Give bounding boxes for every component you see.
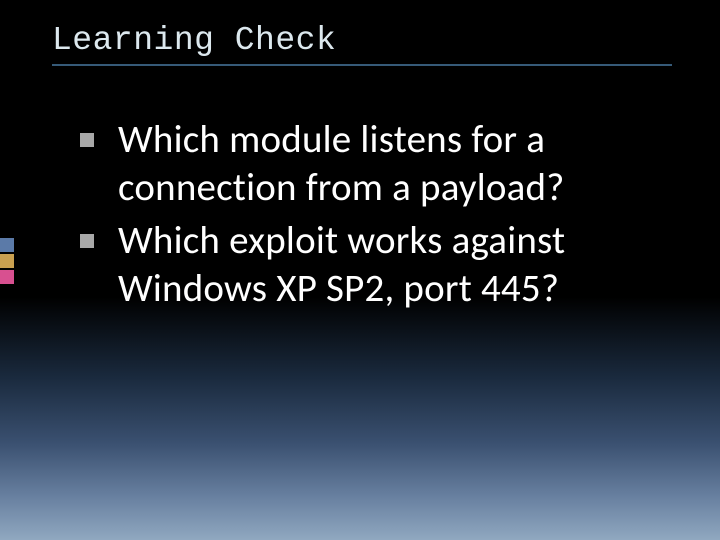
bullet-item: Which module listens for a connection fr… xyxy=(80,116,660,213)
bullet-text: Which exploit works against Windows XP S… xyxy=(118,217,565,312)
accent-bars xyxy=(0,238,14,286)
bullet-item: Which exploit works against Windows XP S… xyxy=(80,217,660,314)
accent-bar-yellow xyxy=(0,254,14,268)
title-underline xyxy=(52,64,672,66)
accent-bar-blue xyxy=(0,238,14,252)
slide-container: Learning Check Which module listens for … xyxy=(0,0,720,540)
bullet-marker-icon xyxy=(80,133,94,147)
bullet-text: Which module listens for a connection fr… xyxy=(118,116,564,211)
bullet-marker-icon xyxy=(80,234,94,248)
slide-title: Learning Check xyxy=(52,22,336,59)
slide-content: Which module listens for a connection fr… xyxy=(80,116,660,317)
accent-bar-pink xyxy=(0,270,14,284)
